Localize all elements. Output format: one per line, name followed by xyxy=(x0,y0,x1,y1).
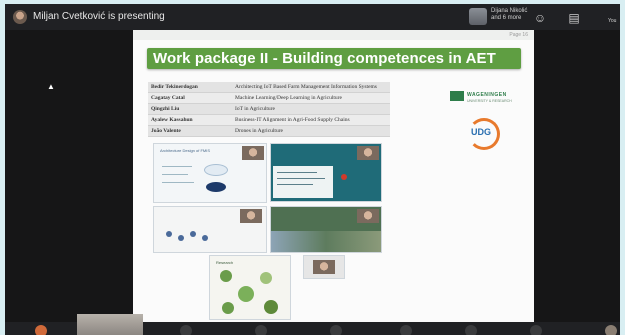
udg-logo-text: UDG xyxy=(471,127,491,137)
slide-header-strip: Page 16 xyxy=(133,30,534,40)
researcher-name: João Valente xyxy=(148,125,232,137)
plant-image xyxy=(220,270,232,282)
participant-avatar[interactable] xyxy=(35,325,47,335)
people-icon[interactable]: ☺ xyxy=(531,9,549,27)
slide-page-number: Page 16 xyxy=(509,32,528,38)
plant-image xyxy=(260,272,272,284)
chat-icon[interactable]: ▤ xyxy=(565,9,583,27)
thumbnail-iot xyxy=(153,206,267,253)
researcher-name: Cagatay Catal xyxy=(148,92,232,104)
table-row: Bedir Tekinerdogan Architecting IoT Based… xyxy=(148,82,390,93)
document-line xyxy=(277,184,313,185)
document-line xyxy=(277,172,317,173)
speaker-face-thumbnail xyxy=(357,209,379,223)
thumbnail-drones xyxy=(270,206,382,253)
diagram-node xyxy=(206,182,226,192)
iot-diagram xyxy=(166,231,216,245)
diagram-line xyxy=(162,166,192,167)
thumbnail-machine-learning xyxy=(270,143,382,202)
thumbnail-title: Architecture Design of FMIS xyxy=(160,148,211,153)
device-node xyxy=(178,235,184,241)
speaker-face-thumbnail xyxy=(240,209,262,223)
screen-left-margin xyxy=(5,30,133,322)
participant-avatar[interactable] xyxy=(255,325,267,335)
table-row: João Valente Drones in Agriculture xyxy=(148,125,390,137)
screen-right-margin xyxy=(534,30,620,322)
wageningen-logo-text: WAGENINGEN xyxy=(467,92,507,98)
meeting-window: Miljan Cvetković is presenting Dijana Ni… xyxy=(5,4,620,335)
researcher-name: Qingzhi Liu xyxy=(148,103,232,115)
research-topic: IoT in Agriculture xyxy=(232,103,390,115)
participant-thumbnail[interactable] xyxy=(469,8,487,25)
highlight-dot-icon xyxy=(341,174,347,180)
thumbnail-title: Research xyxy=(216,260,234,265)
field-photo xyxy=(271,231,381,252)
mouse-cursor-icon: ▲ xyxy=(47,82,55,91)
participant-extra: and 6 more xyxy=(491,15,522,21)
device-node xyxy=(190,231,196,237)
you-label: You xyxy=(608,18,617,24)
shared-screen: ▲ Page 16 Work package II - Building com… xyxy=(5,30,620,322)
participant-name: Dijana Nikolić xyxy=(491,8,528,14)
participant-label[interactable]: Dijana Nikolić and 6 more xyxy=(491,8,527,22)
thumbnail-research: Research xyxy=(209,255,291,320)
plant-image xyxy=(238,286,254,302)
thumbnail-architecture: Architecture Design of FMIS xyxy=(153,143,267,203)
diagram-line xyxy=(162,174,188,175)
presenter-avatar xyxy=(13,10,27,24)
table-row: Qingzhi Liu IoT in Agriculture xyxy=(148,103,390,115)
participant-avatar[interactable] xyxy=(180,325,192,335)
participant-avatar[interactable] xyxy=(330,325,342,335)
participant-avatar[interactable] xyxy=(530,325,542,335)
speaker-face-thumbnail xyxy=(242,146,264,160)
speaker-face-thumbnail xyxy=(357,146,379,160)
device-node xyxy=(166,231,172,237)
participant-avatar[interactable] xyxy=(400,325,412,335)
presenting-status: Miljan Cvetković is presenting xyxy=(33,11,165,22)
plant-image xyxy=(264,300,278,314)
research-topic: Drones in Agriculture xyxy=(232,125,390,137)
slide-title: Work package II - Building competences i… xyxy=(153,50,496,67)
table-row: Cagatay Catal Machine Learning/Deep Learn… xyxy=(148,92,390,104)
research-topic: Machine Learning/Deep Learning in Agricu… xyxy=(232,92,390,104)
research-topic: Business-IT Alignment in Agri-Food Suppl… xyxy=(232,114,390,126)
researcher-name: Ayalew Kassahun xyxy=(148,114,232,126)
document-line xyxy=(277,178,325,179)
wageningen-logo-icon xyxy=(450,91,464,101)
thumbnail-document xyxy=(273,166,333,198)
speaker-face-thumbnail xyxy=(313,260,335,274)
researcher-name: Bedir Tekinerdogan xyxy=(148,82,232,93)
diagram-node xyxy=(204,164,228,176)
research-topic: Architecting IoT Based Farm Management I… xyxy=(232,82,390,93)
table-row: Ayalew Kassahun Business-IT Alignment in … xyxy=(148,114,390,126)
wageningen-logo-subtext: UNIVERSITY & RESEARCH xyxy=(467,99,512,103)
participant-video-tile[interactable] xyxy=(77,314,143,335)
slide-title-bar: Work package II - Building competences i… xyxy=(147,48,521,69)
meeting-top-bar: Miljan Cvetković is presenting Dijana Ni… xyxy=(5,4,620,30)
plant-image xyxy=(222,302,234,314)
participant-avatar[interactable] xyxy=(605,325,617,335)
researcher-table: Bedir Tekinerdogan Architecting IoT Based… xyxy=(148,82,390,137)
thumbnail-speaker xyxy=(303,255,345,279)
diagram-line xyxy=(162,182,194,183)
device-node xyxy=(202,235,208,241)
presentation-slide: Page 16 Work package II - Building compe… xyxy=(133,30,534,322)
participant-avatar[interactable] xyxy=(465,325,477,335)
